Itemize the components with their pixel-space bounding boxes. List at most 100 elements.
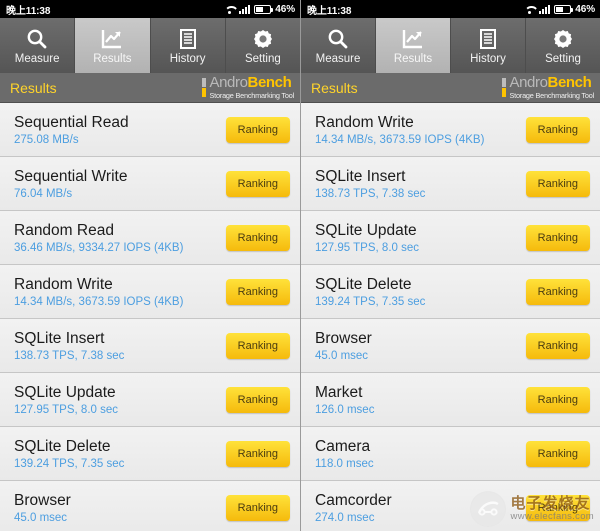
ranking-button[interactable]: Ranking <box>225 224 290 251</box>
signal-bars-icon <box>239 4 251 14</box>
row-text-group: SQLite Update 127.95 TPS, 8.0 sec <box>14 384 118 416</box>
row-value: 45.0 msec <box>315 349 369 362</box>
table-row[interactable]: Camcorder 274.0 msec Ranking <box>301 481 600 531</box>
logo-bars-icon <box>502 77 507 97</box>
table-row[interactable]: SQLite Update 127.95 TPS, 8.0 sec Ranking <box>301 211 600 265</box>
document-icon <box>176 27 200 51</box>
logo-name: AndroBench <box>209 74 291 91</box>
row-title: Sequential Read <box>14 113 129 131</box>
androbench-logo: AndroBench Storage Benchmarking Tool <box>502 74 594 101</box>
ranking-button[interactable]: Ranking <box>525 332 590 359</box>
tab-results-label: Results <box>93 52 132 65</box>
ranking-button[interactable]: Ranking <box>225 278 290 305</box>
tab-results[interactable]: Results <box>376 18 451 73</box>
ranking-button[interactable]: Ranking <box>525 386 590 413</box>
wifi-icon <box>224 5 235 14</box>
row-text-group: SQLite Delete 139.24 TPS, 7.35 sec <box>315 276 425 308</box>
battery-icon <box>554 4 574 14</box>
tab-setting-label: Setting <box>545 52 581 65</box>
table-row[interactable]: Browser 45.0 msec Ranking <box>301 319 600 373</box>
results-header-bar: Results AndroBench Storage Benchmarking … <box>0 73 300 103</box>
row-value: 127.95 TPS, 8.0 sec <box>14 403 118 416</box>
table-row[interactable]: SQLite Update 127.95 TPS, 8.0 sec Ranking <box>0 373 300 427</box>
status-bar: 晚上11:38 46% <box>301 0 600 18</box>
table-row[interactable]: Random Write 14.34 MB/s, 3673.59 IOPS (4K… <box>0 265 300 319</box>
results-list-left[interactable]: Sequential Read 275.08 MB/s Ranking Sequent… <box>0 103 300 531</box>
tab-setting[interactable]: Setting <box>526 18 600 73</box>
ranking-button[interactable]: Ranking <box>225 332 290 359</box>
ranking-button[interactable]: Ranking <box>225 170 290 197</box>
row-text-group: SQLite Update 127.95 TPS, 8.0 sec <box>315 222 419 254</box>
tab-history[interactable]: History <box>451 18 526 73</box>
ranking-button[interactable]: Ranking <box>225 494 290 521</box>
row-title: Random Write <box>315 113 414 131</box>
logo-name-bench: Bench <box>247 74 292 92</box>
row-value: 138.73 TPS, 7.38 sec <box>14 349 125 362</box>
row-value: 118.0 msec <box>315 457 374 470</box>
logo-name-andro: Andro <box>209 74 248 92</box>
tab-results-label: Results <box>393 52 433 65</box>
table-row[interactable]: Camera 118.0 msec Ranking <box>301 427 600 481</box>
table-row[interactable]: SQLite Insert 138.73 TPS, 7.38 sec Ranking <box>0 319 300 373</box>
ranking-button[interactable]: Ranking <box>525 440 590 467</box>
ranking-button[interactable]: Ranking <box>525 224 590 251</box>
row-title: SQLite Insert <box>14 329 105 347</box>
tab-setting[interactable]: Setting <box>226 18 300 73</box>
table-row[interactable]: Browser 45.0 msec Ranking <box>0 481 300 531</box>
tab-history-label: History <box>169 52 206 65</box>
tab-measure[interactable]: Measure <box>301 18 376 73</box>
row-text-group: Browser 45.0 msec <box>14 492 71 524</box>
ranking-button[interactable]: Ranking <box>525 278 590 305</box>
row-value: 139.24 TPS, 7.35 sec <box>315 295 426 308</box>
search-icon <box>25 27 49 51</box>
row-value: 139.24 TPS, 7.35 sec <box>14 457 125 470</box>
row-value: 275.08 MB/s <box>14 133 79 146</box>
status-time: 晚上11:38 <box>307 5 352 17</box>
table-row[interactable]: Random Read 36.46 MB/s, 9334.27 IOPS (4KB… <box>0 211 300 265</box>
row-value: 45.0 msec <box>14 511 68 524</box>
tab-bar: Measure Results History Setting <box>0 18 300 73</box>
logo-name: AndroBench <box>509 74 591 91</box>
logo-name-bench: Bench <box>547 74 592 92</box>
results-list-right[interactable]: Random Write 14.34 MB/s, 3673.59 IOPS (4K… <box>301 103 600 531</box>
table-row[interactable]: Random Write 14.34 MB/s, 3673.59 IOPS (4K… <box>301 103 600 157</box>
tab-bar: Measure Results History Setting <box>301 18 600 73</box>
row-text-group: SQLite Insert 138.73 TPS, 7.38 sec <box>315 168 425 200</box>
ranking-button[interactable]: Ranking <box>525 494 590 521</box>
table-row[interactable]: Sequential Write 76.04 MB/s Ranking <box>0 157 300 211</box>
results-title: Results <box>10 79 57 96</box>
row-text-group: Random Read 36.46 MB/s, 9334.27 IOPS (4KB… <box>14 222 183 254</box>
table-row[interactable]: SQLite Insert 138.73 TPS, 7.38 sec Ranking <box>301 157 600 211</box>
search-icon <box>326 27 350 51</box>
table-row[interactable]: Sequential Read 275.08 MB/s Ranking <box>0 103 300 157</box>
results-header-bar: Results AndroBench Storage Benchmarking … <box>301 73 600 103</box>
row-title: SQLite Insert <box>315 167 406 185</box>
table-row[interactable]: SQLite Delete 139.24 TPS, 7.35 sec Ranking <box>301 265 600 319</box>
tab-measure[interactable]: Measure <box>0 18 76 73</box>
logo-tagline: Storage Benchmarking Tool <box>209 91 294 101</box>
row-text-group: Random Write 14.34 MB/s, 3673.59 IOPS (4K… <box>315 114 484 146</box>
status-time: 晚上11:38 <box>6 5 51 17</box>
row-value: 127.95 TPS, 8.0 sec <box>315 241 419 254</box>
battery-percent: 46% <box>575 3 595 15</box>
table-row[interactable]: SQLite Delete 139.24 TPS, 7.35 sec Ranking <box>0 427 300 481</box>
status-indicators: 46% <box>524 4 595 15</box>
chart-icon <box>100 27 124 51</box>
androbench-logo: AndroBench Storage Benchmarking Tool <box>202 74 294 101</box>
ranking-button[interactable]: Ranking <box>225 440 290 467</box>
phone-screen-right: 晚上11:38 46% Measure Results History Sett… <box>300 0 600 531</box>
ranking-button[interactable]: Ranking <box>225 386 290 413</box>
gear-icon <box>551 27 575 51</box>
ranking-button[interactable]: Ranking <box>525 170 590 197</box>
status-bar: 晚上11:38 46% <box>0 0 300 18</box>
row-title: SQLite Delete <box>14 437 111 455</box>
logo-bars-icon <box>202 77 207 97</box>
tab-history[interactable]: History <box>151 18 226 73</box>
ranking-button[interactable]: Ranking <box>225 116 290 143</box>
logo-tagline: Storage Benchmarking Tool <box>509 91 594 101</box>
tab-measure-label: Measure <box>315 52 361 65</box>
ranking-button[interactable]: Ranking <box>525 116 590 143</box>
tab-results[interactable]: Results <box>75 18 151 73</box>
table-row[interactable]: Market 126.0 msec Ranking <box>301 373 600 427</box>
row-value: 274.0 msec <box>315 511 375 524</box>
